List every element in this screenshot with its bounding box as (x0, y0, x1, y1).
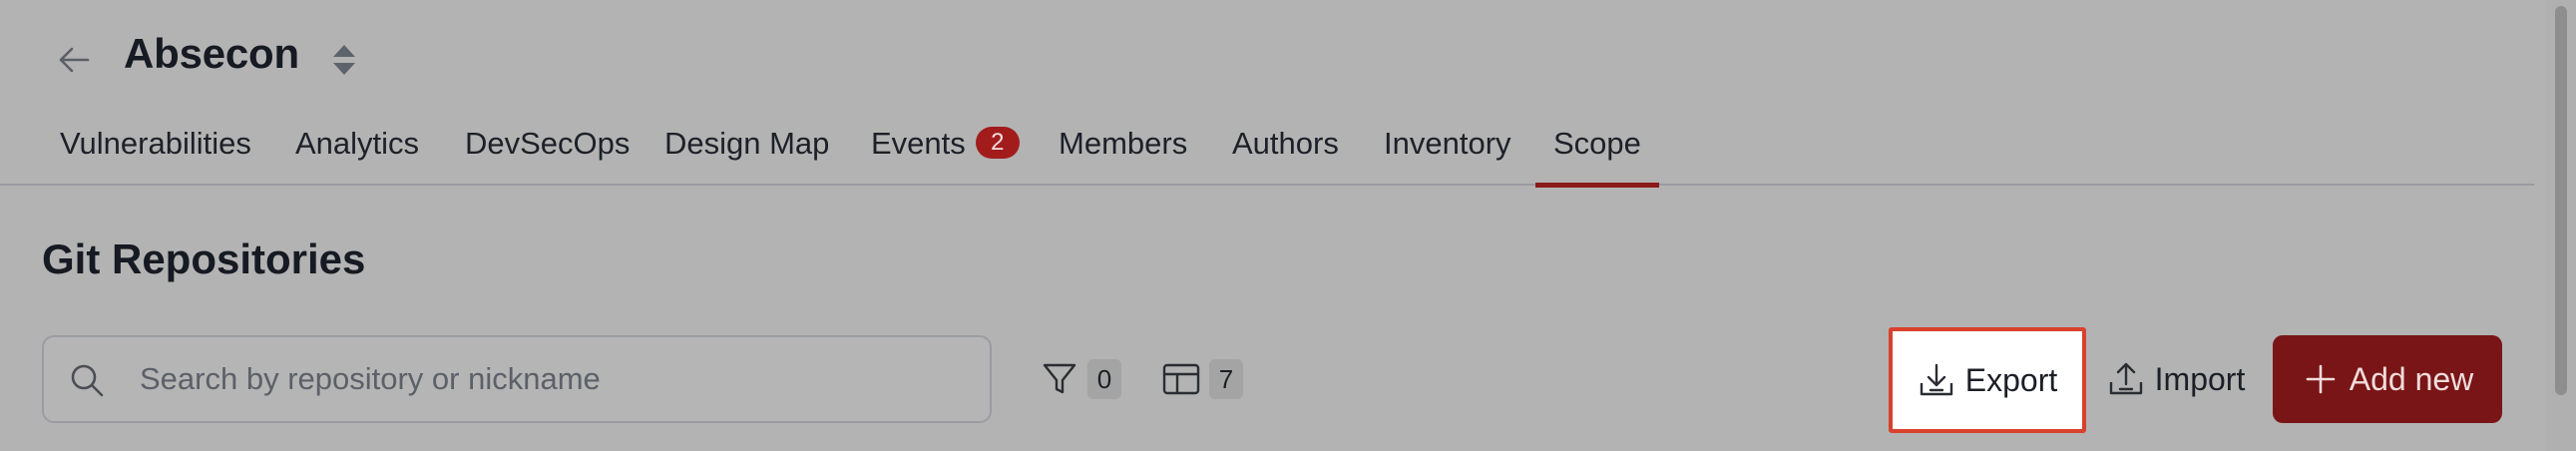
tab-label: Design Map (664, 126, 830, 161)
events-count-badge: 2 (975, 127, 1020, 159)
tab-events[interactable]: Events 2 (871, 108, 1020, 186)
tab-scope[interactable]: Scope (1535, 108, 1659, 188)
tab-label: Scope (1553, 126, 1641, 161)
add-new-button[interactable]: Add new (2273, 335, 2502, 423)
upload-icon (2109, 362, 2142, 395)
download-icon (1920, 363, 1952, 396)
section-title: Git Repositories (42, 235, 366, 282)
add-new-label: Add new (2349, 360, 2474, 397)
tab-inventory[interactable]: Inventory (1384, 108, 1511, 186)
import-label: Import (2154, 360, 2246, 397)
columns-layout-icon (1162, 363, 1200, 395)
tab-devsecops[interactable]: DevSecOps (465, 108, 630, 186)
tab-design-map[interactable]: Design Map (664, 108, 829, 186)
tab-label: Events (871, 126, 966, 161)
columns-button[interactable]: 7 (1161, 355, 1243, 403)
tab-analytics[interactable]: Analytics (295, 108, 419, 186)
filter-count: 0 (1087, 359, 1121, 399)
import-button[interactable]: Import (2101, 335, 2251, 423)
export-button[interactable]: Export (1889, 327, 2086, 433)
tab-label: Authors (1232, 126, 1339, 161)
vertical-scrollbar[interactable] (2546, 0, 2576, 451)
tab-authors[interactable]: Authors (1232, 108, 1339, 186)
tab-label: Analytics (295, 126, 420, 161)
page-title: Absecon (124, 30, 299, 77)
filter-button[interactable]: 0 (1040, 355, 1121, 403)
scrollbar-thumb[interactable] (2555, 6, 2567, 395)
page: Absecon Vulnerabilities Analytics DevSec… (0, 0, 2576, 451)
tab-label: Vulnerabilities (60, 126, 251, 161)
search-input[interactable] (140, 337, 958, 421)
search-box[interactable] (42, 335, 992, 423)
search-icon (71, 364, 104, 397)
tab-label: DevSecOps (465, 126, 631, 161)
tab-members[interactable]: Members (1059, 108, 1187, 186)
sort-updown-icon[interactable] (329, 42, 359, 78)
tab-label: Members (1059, 126, 1188, 161)
plus-icon (2306, 364, 2336, 394)
export-label: Export (1964, 361, 2058, 398)
filter-icon (1043, 363, 1076, 394)
tab-bar: Vulnerabilities Analytics DevSecOps Desi… (0, 108, 2534, 188)
tab-vulnerabilities[interactable]: Vulnerabilities (60, 108, 251, 186)
tab-label: Inventory (1384, 126, 1511, 161)
columns-count: 7 (1209, 359, 1243, 399)
arrow-left-icon[interactable] (52, 38, 96, 82)
